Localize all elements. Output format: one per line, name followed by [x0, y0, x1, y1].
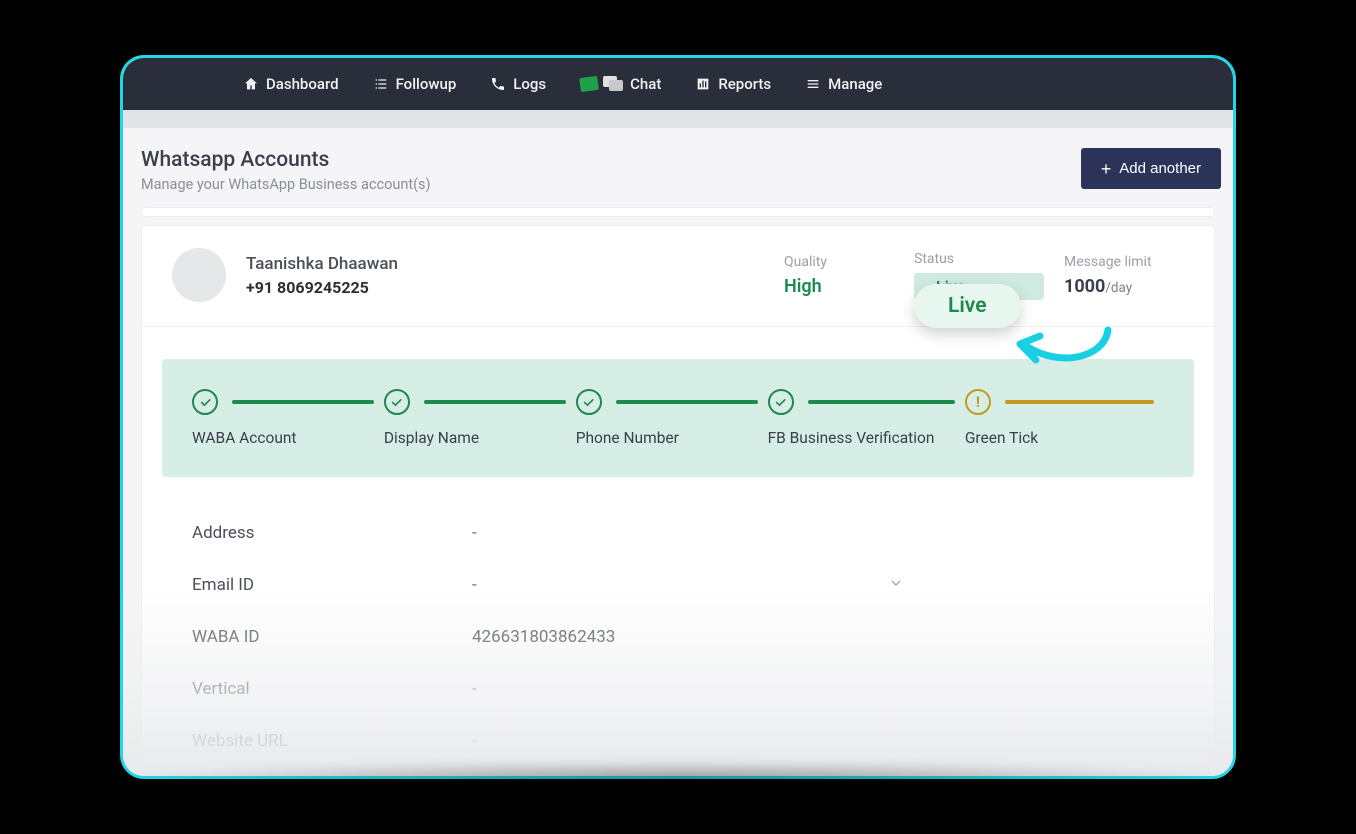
waba-id-value: 426631803862433 [472, 627, 615, 647]
step-connector [616, 400, 758, 404]
add-another-button[interactable]: + Add another [1081, 148, 1221, 189]
chat-icon [603, 76, 623, 92]
nav-reports-label: Reports [718, 75, 771, 93]
quality-value: High [784, 276, 894, 297]
step-green-tick: Green Tick [965, 429, 1164, 447]
app-frame: Dashboard Followup Logs Chat Reports [120, 55, 1236, 779]
add-another-label: Add another [1119, 160, 1201, 177]
account-details: Address - Email ID - WABA ID 42663180386… [142, 477, 1214, 767]
detail-row-address: Address - [192, 507, 1164, 559]
phone-icon [490, 76, 506, 92]
account-card: Taanishka Dhaawan +91 8069245225 Quality… [141, 225, 1215, 779]
status-callout: Live [914, 284, 1021, 328]
menu-icon [805, 76, 821, 92]
website-value: - [472, 731, 477, 751]
check-circle-icon [768, 389, 794, 415]
warning-circle-icon: ! [965, 389, 991, 415]
account-phone: +91 8069245225 [246, 278, 398, 297]
website-label: Website URL [192, 731, 472, 751]
step-display-name: Display Name [384, 429, 576, 447]
detail-row-waba-id: WABA ID 426631803862433 [192, 611, 1164, 663]
chart-icon [695, 76, 711, 92]
step-waba-account: WABA Account [192, 429, 384, 447]
check-circle-icon [192, 389, 218, 415]
avatar [172, 248, 226, 302]
message-limit-stat: Message limit 1000/day [1064, 254, 1174, 297]
nav-manage-label: Manage [828, 75, 882, 93]
new-badge-icon [579, 76, 599, 92]
chevron-down-icon[interactable] [888, 575, 904, 595]
nav-followup-label: Followup [396, 75, 457, 93]
nav-dashboard-label: Dashboard [266, 75, 339, 93]
nav-reports[interactable]: Reports [695, 75, 771, 93]
quality-stat: Quality High [784, 254, 894, 297]
message-limit-label: Message limit [1064, 254, 1174, 270]
quality-label: Quality [784, 254, 894, 270]
step-connector [808, 400, 955, 404]
nav-chat[interactable]: Chat [580, 75, 661, 93]
page-subtitle: Manage your WhatsApp Business account(s) [141, 176, 431, 193]
nav-logs[interactable]: Logs [490, 75, 546, 93]
check-circle-icon [576, 389, 602, 415]
annotation-arrow-icon [1012, 324, 1122, 384]
message-limit-value: 1000 [1064, 276, 1105, 297]
nav-followup[interactable]: Followup [373, 75, 457, 93]
nav-dashboard[interactable]: Dashboard [243, 75, 339, 93]
nav-logs-label: Logs [513, 75, 546, 93]
page-title: Whatsapp Accounts [141, 148, 431, 172]
step-fb-verification: FB Business Verification [768, 429, 965, 447]
detail-row-vertical: Vertical - [192, 663, 1164, 715]
detail-row-email: Email ID - [192, 559, 1164, 611]
check-circle-icon [384, 389, 410, 415]
step-connector [424, 400, 566, 404]
email-label: Email ID [192, 575, 472, 595]
nav-manage[interactable]: Manage [805, 75, 882, 93]
step-connector [232, 400, 374, 404]
step-connector [1005, 400, 1154, 404]
detail-row-website: Website URL - [192, 715, 1164, 767]
account-name: Taanishka Dhaawan [246, 254, 398, 274]
subnav-strip [123, 110, 1233, 128]
top-nav: Dashboard Followup Logs Chat Reports [123, 58, 1233, 110]
vertical-label: Vertical [192, 679, 472, 699]
status-label: Status [914, 251, 1044, 267]
email-value: - [472, 575, 477, 595]
step-phone-number: Phone Number [576, 429, 768, 447]
account-header: Taanishka Dhaawan +91 8069245225 Quality… [142, 226, 1214, 327]
list-icon [373, 76, 389, 92]
address-value: - [472, 523, 477, 543]
page-header: Whatsapp Accounts Manage your WhatsApp B… [123, 128, 1233, 207]
waba-id-label: WABA ID [192, 627, 472, 647]
message-limit-unit: /day [1105, 280, 1132, 296]
home-icon [243, 76, 259, 92]
nav-chat-label: Chat [630, 75, 661, 93]
address-label: Address [192, 523, 472, 543]
vertical-value: - [472, 679, 477, 699]
card-spacer [141, 207, 1215, 217]
